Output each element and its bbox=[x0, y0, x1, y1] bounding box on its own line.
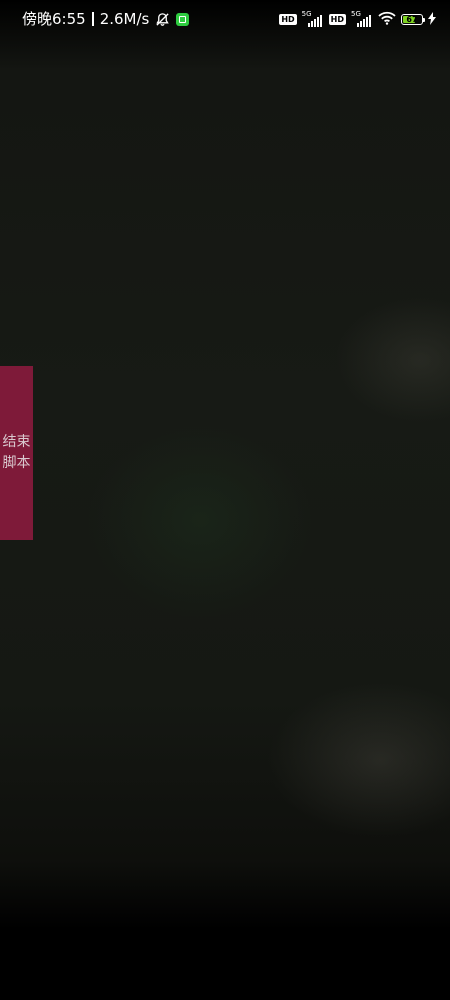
hd-icon: HD bbox=[328, 14, 346, 25]
signal-icon-sim1: 5G bbox=[302, 10, 324, 28]
wifi-icon bbox=[378, 10, 396, 29]
status-bar: 傍晚6:55 2.6M/s HD 5G HD 5G 67 bbox=[0, 0, 450, 40]
screen: 傍晚6:55 2.6M/s HD 5G HD 5G 67 结束脚本 bbox=[0, 0, 450, 1000]
battery-level: 67 bbox=[406, 15, 418, 24]
app-notification-icon bbox=[176, 12, 190, 26]
end-script-button[interactable]: 结束脚本 bbox=[0, 366, 33, 540]
end-script-label: 结束脚本 bbox=[2, 434, 31, 471]
hd-icon: HD bbox=[279, 14, 297, 25]
status-right: HD 5G HD 5G 67 bbox=[279, 10, 436, 29]
battery-icon: 67 bbox=[401, 14, 425, 25]
network-speed: 2.6M/s bbox=[99, 10, 150, 28]
signal-icon-sim2: 5G bbox=[351, 10, 373, 28]
lightning-icon bbox=[428, 10, 436, 29]
bell-off-icon bbox=[155, 12, 170, 27]
separator bbox=[91, 12, 94, 26]
status-left: 傍晚6:55 2.6M/s bbox=[22, 9, 190, 29]
clock: 傍晚6:55 bbox=[22, 10, 86, 28]
